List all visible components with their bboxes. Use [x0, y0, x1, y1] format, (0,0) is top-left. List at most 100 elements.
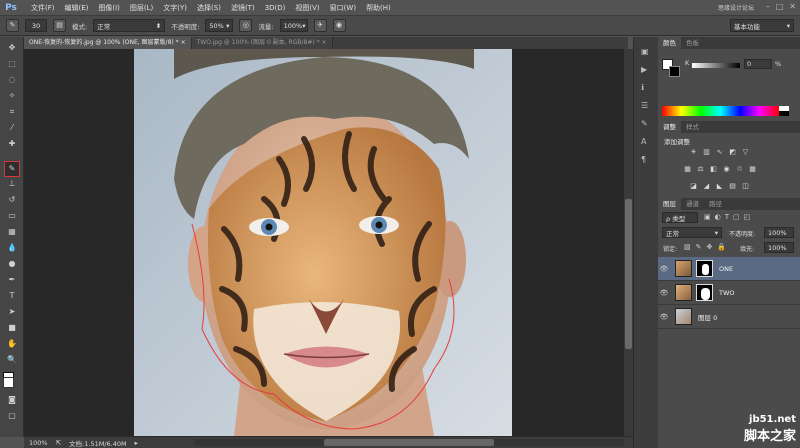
workspace-select[interactable]: 基本功能 ▾ [730, 19, 794, 32]
share-icon[interactable]: ⇱ [56, 439, 61, 447]
hue-saturation-icon[interactable]: ▦ [683, 165, 692, 174]
vertical-scrollbar[interactable] [624, 49, 633, 436]
threshold-icon[interactable]: ◣ [715, 182, 724, 191]
airbrush-icon[interactable]: ✈ [313, 19, 327, 32]
tab-paths[interactable]: 路径 [704, 198, 727, 210]
eyedropper-tool-icon[interactable]: ⁄ [4, 121, 20, 135]
menu-select[interactable]: 选择(S) [192, 3, 226, 13]
menu-3d[interactable]: 3D(D) [260, 4, 291, 12]
curves-icon[interactable]: ∿ [715, 148, 724, 157]
shape-filter-icon[interactable]: ▢ [733, 213, 740, 221]
blend-mode-select[interactable]: 正常 ▾ [662, 227, 722, 238]
black-white-icon[interactable]: ◧ [709, 165, 718, 174]
channel-mixer-icon[interactable]: ♲ [735, 165, 744, 174]
vertical-scroll-thumb[interactable] [625, 199, 632, 349]
ramp-black[interactable] [779, 111, 789, 116]
gray-value-input[interactable]: 0 [744, 59, 772, 69]
tab-adjustments[interactable]: 调整 [658, 121, 681, 133]
foreground-color-swatch-front[interactable] [3, 377, 14, 388]
gradient-tool-icon[interactable]: ▦ [4, 225, 20, 239]
adjust-filter-icon[interactable]: ◐ [715, 213, 721, 221]
maximize-icon[interactable]: □ [776, 2, 784, 11]
move-tool-icon[interactable]: ✥ [4, 41, 20, 55]
type-tool-icon[interactable]: T [4, 289, 20, 303]
properties-icon[interactable]: ☰ [641, 101, 648, 110]
actions-icon[interactable]: ▶ [641, 65, 647, 74]
invert-icon[interactable]: ◪ [689, 182, 698, 191]
layer-row-two[interactable]: 👁 TWO [658, 281, 800, 305]
blur-tool-icon[interactable]: 💧 [4, 241, 20, 255]
lock-move-icon[interactable]: ✥ [707, 243, 713, 251]
shape-tool-icon[interactable]: ■ [4, 321, 20, 335]
pixel-filter-icon[interactable]: ▣ [704, 213, 711, 221]
eye-icon[interactable]: 👁 [658, 313, 670, 321]
photo-filter-icon[interactable]: ◉ [722, 165, 731, 174]
eye-icon[interactable]: 👁 [658, 289, 670, 297]
exposure-icon[interactable]: ◩ [728, 148, 737, 157]
marquee-tool-icon[interactable]: ⬚ [4, 57, 20, 71]
flow-input[interactable]: 100% ▾ [279, 19, 308, 32]
history-icon[interactable]: ▣ [641, 47, 649, 56]
menu-filter[interactable]: 滤镜(T) [226, 3, 260, 13]
crop-tool-icon[interactable]: ⌗ [4, 105, 20, 119]
horizontal-scrollbar[interactable] [194, 439, 624, 446]
fill-input[interactable]: 100% [764, 242, 794, 253]
menu-file[interactable]: 文件(F) [26, 3, 60, 13]
brightness-icon[interactable]: ☀ [689, 148, 698, 157]
tab-styles[interactable]: 样式 [681, 121, 704, 133]
lock-paint-icon[interactable]: ✎ [696, 243, 702, 251]
lock-pixels-icon[interactable]: ▨ [684, 243, 691, 251]
layer-mask-thumbnail[interactable] [696, 260, 713, 277]
lasso-tool-icon[interactable]: ◌ [4, 73, 20, 87]
menu-window[interactable]: 窗口(W) [325, 3, 361, 13]
vibrance-icon[interactable]: ▽ [741, 148, 750, 157]
chevron-right-icon[interactable]: ▸ [135, 439, 138, 447]
mode-select[interactable]: 正常 ⬍ [93, 19, 166, 32]
info-icon[interactable]: ℹ [641, 83, 644, 92]
menu-layer[interactable]: 图层(L) [125, 3, 158, 13]
close-icon[interactable]: × [322, 39, 327, 46]
minimize-icon[interactable]: – [766, 2, 770, 11]
pressure-size-icon[interactable]: ◉ [332, 19, 346, 32]
layer-row-one[interactable]: 👁 ONE [658, 257, 800, 281]
paragraph-icon[interactable]: ¶ [641, 155, 646, 164]
color-lookup-icon[interactable]: ▦ [748, 165, 757, 174]
tab-swatches[interactable]: 色板 [681, 37, 704, 49]
type-filter-icon[interactable]: T [725, 213, 729, 221]
screen-mode-icon[interactable]: ▢ [4, 409, 20, 423]
close-icon[interactable]: × [181, 39, 186, 46]
layer-row-0[interactable]: 👁 图层 0 [658, 305, 800, 329]
tab-one[interactable]: ONE-恢复的-恢复的.jpg @ 100% (ONE, 图层蒙版/8) * × [24, 37, 192, 49]
color-ramp[interactable] [662, 106, 779, 116]
pressure-opacity-icon[interactable]: ◎ [239, 19, 253, 32]
color-balance-icon[interactable]: ⚖ [696, 165, 705, 174]
tab-two[interactable]: TWO.jpg @ 100% (图层 0 副本, RGB/8#) * × [191, 37, 333, 49]
menu-view[interactable]: 视图(V) [290, 3, 324, 13]
tab-color[interactable]: 颜色 [658, 37, 681, 49]
posterize-icon[interactable]: ◢ [702, 182, 711, 191]
quick-mask-icon[interactable]: ◙ [4, 393, 20, 407]
history-brush-tool-icon[interactable]: ↺ [4, 193, 20, 207]
brush-preset-icon[interactable]: ✎ [6, 19, 19, 32]
menu-help[interactable]: 帮助(H) [361, 3, 396, 13]
dodge-tool-icon[interactable]: ● [4, 257, 20, 271]
close-icon[interactable]: ✕ [789, 2, 796, 11]
brush-size-picker[interactable]: 30 [25, 19, 47, 32]
tab-layers[interactable]: 图层 [658, 198, 681, 210]
path-select-tool-icon[interactable]: ➤ [4, 305, 20, 319]
color-background-swatch[interactable] [669, 66, 680, 77]
levels-icon[interactable]: ▥ [702, 148, 711, 157]
smart-filter-icon[interactable]: ◰ [744, 213, 751, 221]
stamp-tool-icon[interactable]: ⊥ [4, 177, 20, 191]
horizontal-scroll-thumb[interactable] [324, 439, 494, 446]
menu-type[interactable]: 文字(Y) [158, 3, 192, 13]
pen-tool-icon[interactable]: ✒ [4, 273, 20, 287]
hand-tool-icon[interactable]: ✋ [4, 337, 20, 351]
gradient-map-icon[interactable]: ▤ [728, 182, 737, 191]
document-canvas[interactable] [134, 49, 512, 436]
opacity-input[interactable]: 50% ▾ [205, 19, 234, 32]
character-icon[interactable]: A [641, 137, 646, 146]
layer-mask-thumbnail[interactable] [696, 284, 713, 301]
eye-icon[interactable]: 👁 [658, 265, 670, 273]
quick-select-tool-icon[interactable]: ✧ [4, 89, 20, 103]
